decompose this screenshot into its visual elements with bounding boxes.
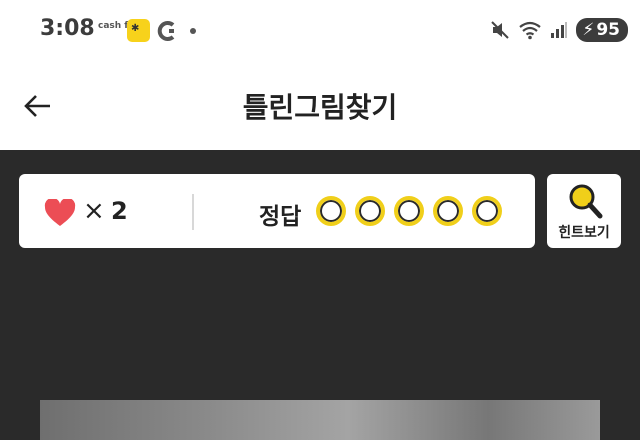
more-notifications-dot (190, 28, 196, 34)
hint-label: 힌트보기 (558, 225, 610, 241)
charging-icon: ⚡ (582, 20, 595, 40)
wifi-icon (519, 21, 542, 40)
game-info-card: × 2 정답 (19, 174, 535, 248)
lives-multiplier: × (83, 196, 105, 226)
puzzle-image[interactable] (40, 400, 600, 440)
page-title: 틀린그림찾기 (242, 91, 398, 124)
heart-icon (44, 199, 76, 226)
status-icons: ⚡ 95 (490, 18, 628, 42)
hint-button[interactable]: 힌트보기 (547, 174, 621, 248)
divider (192, 194, 194, 230)
mute-icon (491, 21, 510, 39)
lives-count: 2 (111, 197, 128, 225)
signal-icon (551, 22, 568, 38)
answer-slot (394, 196, 424, 226)
header: 틀린그림찾기 (0, 62, 640, 150)
status-bar: 3:08 cash feed ✱ ⚡ 95 (0, 0, 640, 62)
answer-label: 정답 (259, 204, 302, 230)
magnifier-icon (569, 184, 603, 219)
answer-slots (316, 196, 502, 226)
answer-slot (355, 196, 385, 226)
answer-slot (472, 196, 502, 226)
battery-indicator: ⚡ 95 (576, 18, 628, 42)
status-time: 3:08 (40, 16, 95, 41)
battery-level: 95 (596, 20, 620, 40)
answer-slot (433, 196, 463, 226)
answer-slot (316, 196, 346, 226)
app-notification-icon: ✱ (127, 19, 150, 42)
c-app-notification-icon (157, 21, 175, 41)
